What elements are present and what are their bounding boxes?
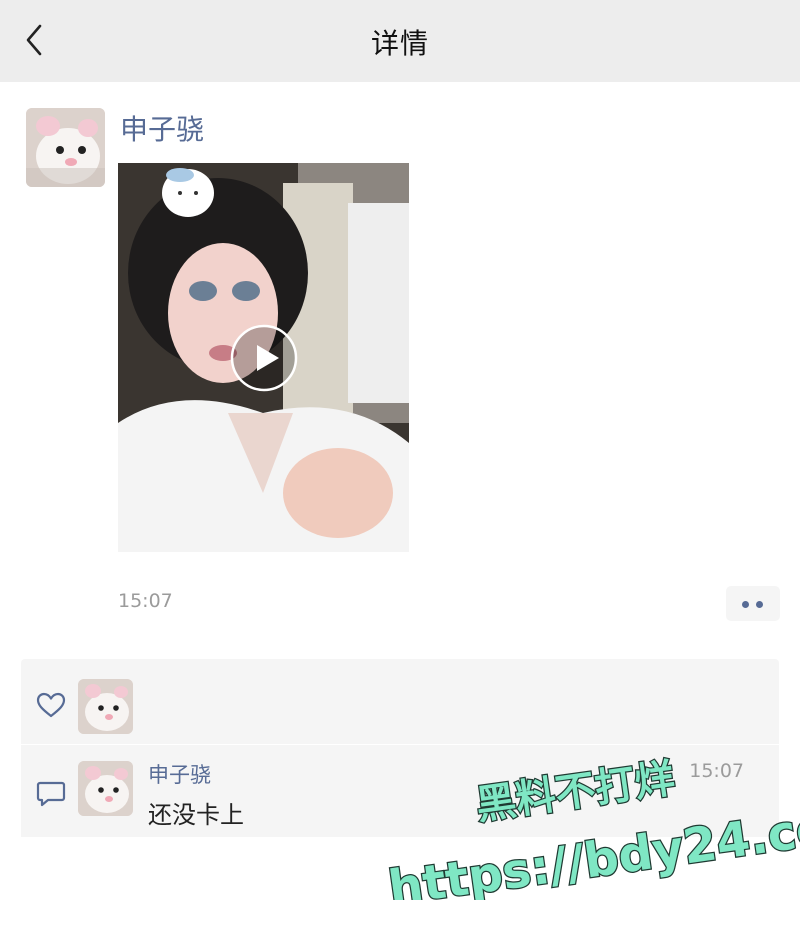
more-dot xyxy=(756,601,763,608)
video-thumbnail[interactable] xyxy=(118,163,409,552)
author-avatar[interactable] xyxy=(26,108,105,187)
comments-panel: 申子骁 15:07 还没卡上 xyxy=(21,745,779,837)
comment-bubble-icon xyxy=(36,781,66,807)
comment-author-name[interactable]: 申子骁 xyxy=(148,759,211,789)
comment-text[interactable]: 还没卡上 xyxy=(148,795,244,830)
like-user-avatar[interactable] xyxy=(78,679,133,734)
post-time: 15:07 xyxy=(118,590,173,612)
more-dots-icon xyxy=(742,601,749,608)
play-icon[interactable] xyxy=(229,323,299,393)
more-button[interactable] xyxy=(726,586,780,621)
heart-outline-icon xyxy=(36,692,66,718)
comment-author-avatar[interactable] xyxy=(78,761,133,816)
author-name[interactable]: 申子骁 xyxy=(120,108,204,148)
likes-panel xyxy=(21,659,779,744)
page-title: 详情 xyxy=(370,27,429,60)
top-bar: 详情 xyxy=(0,0,800,82)
comment-time: 15:07 xyxy=(689,760,744,782)
